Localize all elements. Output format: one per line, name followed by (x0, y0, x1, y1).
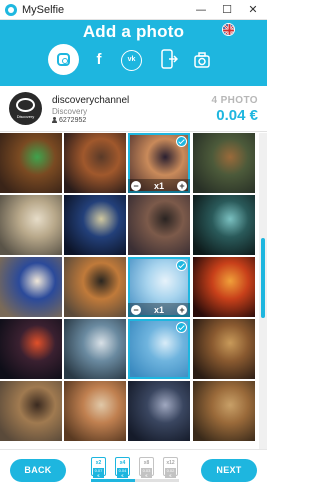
selected-check-icon[interactable] (176, 260, 187, 271)
close-button[interactable]: ✕ (240, 0, 266, 20)
photo-count: 4 PHOTO (211, 95, 258, 106)
quantity-stepper: x1− + (128, 179, 190, 193)
header: Add a photo f vk (0, 20, 267, 86)
scrollbar[interactable] (259, 133, 267, 449)
photo-tile-big-cats[interactable] (0, 381, 62, 441)
next-button[interactable]: NEXT (201, 459, 257, 482)
tier-option[interactable]: x2 0.07 € (91, 457, 106, 478)
photo-tile-lioness[interactable] (193, 319, 255, 379)
instagram-source-button[interactable] (48, 44, 79, 75)
tier-progress-fill (91, 479, 135, 482)
vk-source-button[interactable]: vk (121, 50, 142, 71)
phone-transfer-button[interactable] (160, 49, 179, 71)
increase-quantity-button[interactable]: + (177, 181, 187, 191)
photo-tile-moon[interactable] (128, 319, 190, 379)
photo-tile-tiger-cubs[interactable] (64, 257, 126, 317)
scrollbar-thumb[interactable] (261, 238, 265, 318)
increase-quantity-button[interactable]: + (177, 305, 187, 315)
camera-source-button[interactable] (192, 50, 212, 70)
back-button[interactable]: BACK (10, 459, 66, 482)
phone-transfer-icon (161, 49, 179, 69)
photo-tile-deer-mist[interactable] (128, 195, 190, 255)
photo-tile-dolphin[interactable]: x1− + (128, 257, 190, 317)
photo-tile-night-sky[interactable] (128, 381, 190, 441)
selected-check-icon[interactable] (176, 322, 187, 333)
decrease-quantity-button[interactable]: − (131, 305, 141, 315)
photo-tile-blue-bird[interactable] (0, 257, 62, 317)
camera-icon (194, 52, 210, 68)
app-logo-icon (5, 4, 17, 16)
minimize-button[interactable]: — (188, 0, 214, 20)
photo-tile-horses[interactable] (64, 381, 126, 441)
photo-tile-milky-way[interactable] (64, 195, 126, 255)
profile-subtitle: Discovery (52, 107, 88, 116)
maximize-button[interactable]: ☐ (214, 0, 240, 20)
decrease-quantity-button[interactable]: − (131, 181, 141, 191)
tier-option[interactable]: x12 0.02 € (163, 457, 178, 478)
photo-tile-sunset-rocks[interactable]: x1− + (128, 133, 190, 193)
follower-count: 6272952 (52, 117, 86, 124)
total-price: 0.04 € (216, 107, 258, 124)
photo-tile-lions[interactable] (193, 381, 255, 441)
profile-header: Discovery discoverychannel Discovery 627… (0, 86, 267, 132)
avatar: Discovery (9, 92, 42, 125)
quantity-stepper: x1− + (128, 303, 190, 317)
window-titlebar: MySelfie — ☐ ✕ (0, 0, 267, 20)
selected-check-icon[interactable] (176, 136, 187, 147)
window-title: MySelfie (22, 4, 65, 16)
tier-option[interactable]: x8 0.03 € (139, 457, 154, 478)
photo-tile-lava-flow[interactable] (0, 319, 62, 379)
footer: BACK x2 0.07 € x4 0.04 € x8 0.03 € x12 0.02 … (0, 449, 267, 489)
instagram-icon (57, 53, 70, 66)
language-flag-icon[interactable] (222, 23, 235, 36)
tier-option[interactable]: x4 0.04 € (115, 457, 130, 478)
photo-tile-wildfire[interactable] (64, 319, 126, 379)
person-icon (52, 117, 57, 123)
photo-tile-tiger-forest[interactable] (193, 133, 255, 193)
facebook-source-button[interactable]: f (92, 51, 106, 69)
photo-tile-rainbow-arch[interactable] (193, 195, 255, 255)
photo-tile-lava[interactable] (193, 257, 255, 317)
photo-tile-desert-cactus[interactable] (64, 133, 126, 193)
photo-grid: x1− + x1− + (0, 133, 258, 449)
tier-progress-track (91, 479, 179, 482)
username: discoverychannel (52, 95, 130, 106)
photo-tile-lizard[interactable] (0, 133, 62, 193)
photo-tile-owl[interactable] (0, 195, 62, 255)
